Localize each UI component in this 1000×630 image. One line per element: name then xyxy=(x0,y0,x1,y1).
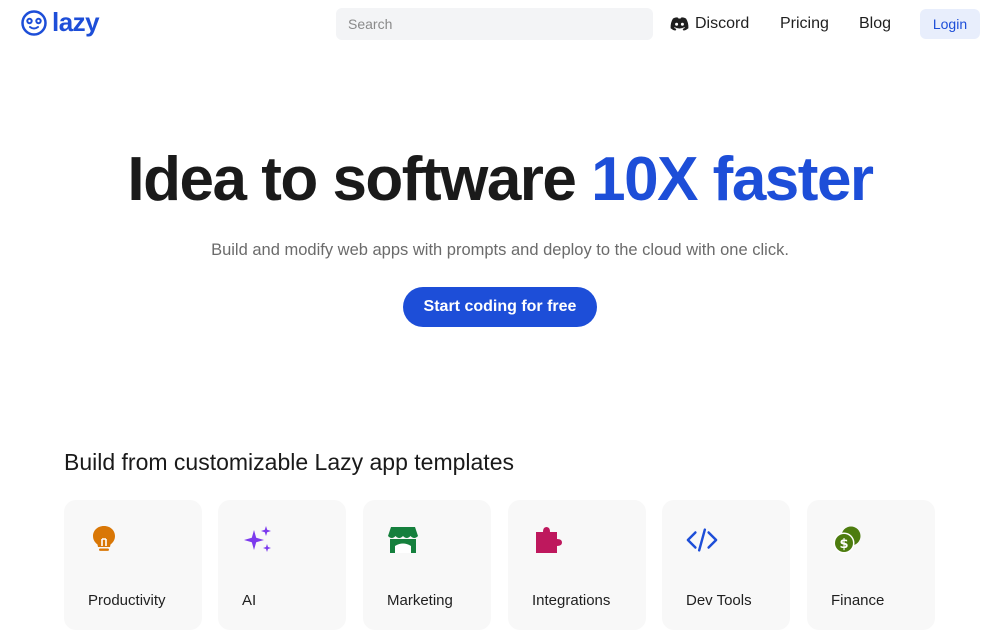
storefront-icon xyxy=(387,524,419,556)
logo[interactable]: lazy xyxy=(21,6,100,37)
svg-text:$: $ xyxy=(839,537,848,552)
login-button[interactable]: Login xyxy=(920,9,980,39)
coins-icon: $ xyxy=(831,524,863,556)
search-input[interactable] xyxy=(336,8,653,40)
template-card-label: Finance xyxy=(831,592,885,609)
template-card-finance[interactable]: $ Finance xyxy=(807,500,935,630)
template-card-label: Productivity xyxy=(88,592,166,609)
nav-link-discord[interactable]: Discord xyxy=(670,14,749,34)
template-card-integrations[interactable]: Integrations xyxy=(508,500,646,630)
hero-title: Idea to software 10X faster xyxy=(0,142,1000,218)
templates-section-title: Build from customizable Lazy app templat… xyxy=(64,449,514,475)
nav-link-pricing[interactable]: Pricing xyxy=(780,14,829,34)
nav-link-label: Pricing xyxy=(780,15,829,32)
code-icon xyxy=(686,524,718,556)
hero-title-accent: 10X faster xyxy=(591,145,874,214)
discord-icon xyxy=(670,17,689,31)
logo-text: lazy xyxy=(52,6,100,37)
nav-link-label: Blog xyxy=(859,15,892,32)
template-card-dev-tools[interactable]: Dev Tools xyxy=(662,500,790,630)
lightbulb-icon xyxy=(88,524,120,556)
template-card-productivity[interactable]: Productivity xyxy=(64,500,202,630)
template-card-ai[interactable]: AI xyxy=(218,500,346,630)
template-card-label: AI xyxy=(242,592,257,609)
sloth-face-icon xyxy=(21,10,47,36)
nav-link-label: Discord xyxy=(695,15,750,32)
top-nav: lazy Discord Pricing Blog Login xyxy=(0,0,1000,48)
sparkles-icon xyxy=(242,524,274,556)
template-card-label: Marketing xyxy=(387,592,453,609)
template-card-marketing[interactable]: Marketing xyxy=(363,500,491,630)
nav-link-blog[interactable]: Blog xyxy=(859,14,891,34)
puzzle-icon xyxy=(532,524,564,556)
start-coding-button[interactable]: Start coding for free xyxy=(403,287,597,327)
template-card-label: Dev Tools xyxy=(686,592,752,609)
hero-title-main: Idea to software xyxy=(127,145,592,214)
template-card-label: Integrations xyxy=(532,592,611,609)
hero-subtitle: Build and modify web apps with prompts a… xyxy=(211,241,789,259)
